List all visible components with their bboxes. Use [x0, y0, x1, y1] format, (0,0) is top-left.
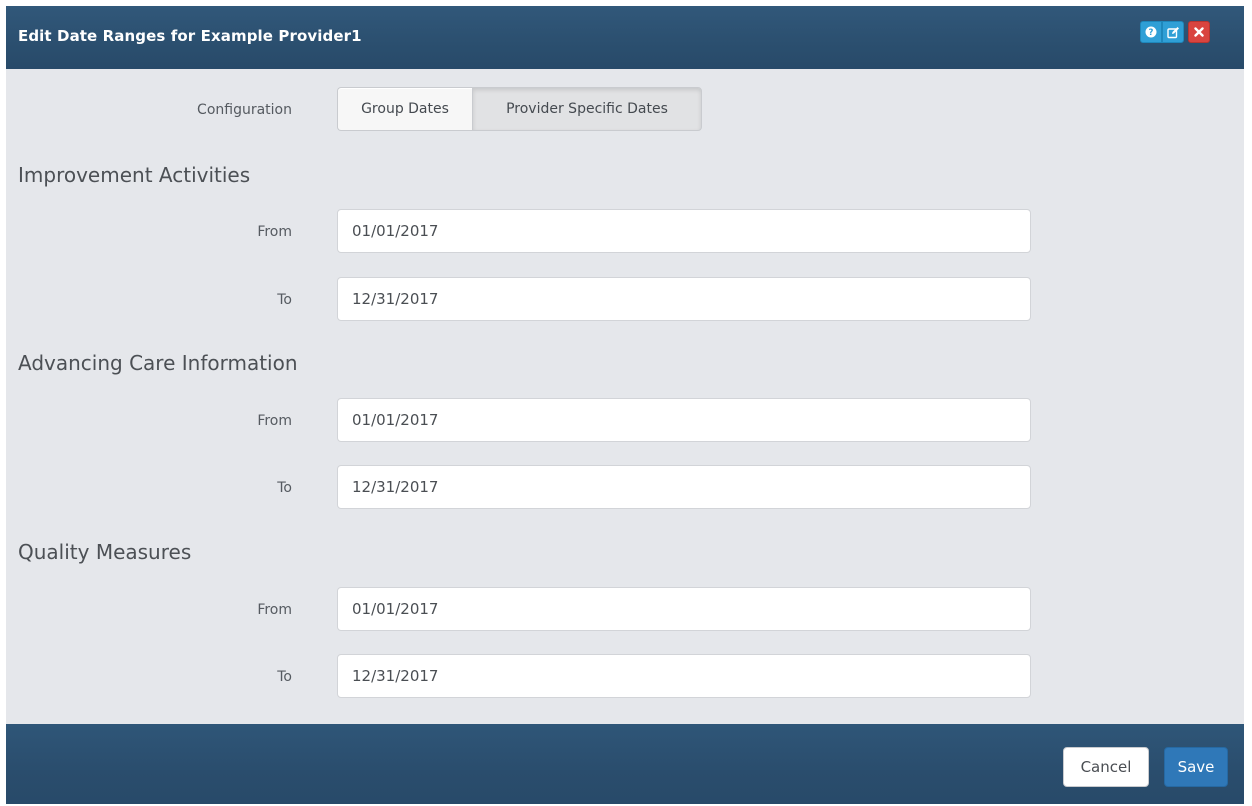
from-label: From — [257, 602, 292, 618]
section-title-improvement-activities: Improvement Activities — [18, 163, 251, 187]
from-label: From — [257, 224, 292, 240]
section-title-quality-measures: Quality Measures — [18, 540, 192, 564]
svg-text:?: ? — [1149, 28, 1154, 38]
configuration-label: Configuration — [197, 102, 292, 118]
dialog-title: Edit Date Ranges for Example Provider1 — [18, 27, 362, 45]
quality-measures-from-input[interactable] — [337, 587, 1031, 631]
help-icon: ? — [1145, 26, 1157, 38]
improvement-activities-to-input[interactable] — [337, 277, 1031, 321]
improvement-activities-from-input[interactable] — [337, 209, 1031, 253]
save-button[interactable]: Save — [1164, 747, 1228, 787]
section-title-advancing-care-information: Advancing Care Information — [18, 351, 298, 375]
configuration-toggle: Group Dates Provider Specific Dates — [337, 87, 702, 131]
edit-icon — [1166, 26, 1179, 38]
group-dates-button[interactable]: Group Dates — [337, 87, 472, 131]
to-label: To — [277, 292, 292, 308]
to-label: To — [277, 480, 292, 496]
quality-measures-to-input[interactable] — [337, 654, 1031, 698]
provider-specific-dates-button[interactable]: Provider Specific Dates — [472, 87, 702, 131]
help-button[interactable]: ? — [1140, 21, 1162, 43]
close-icon — [1194, 27, 1204, 37]
advancing-care-to-input[interactable] — [337, 465, 1031, 509]
dialog-body: Configuration Group Dates Provider Speci… — [6, 69, 1244, 724]
from-label: From — [257, 413, 292, 429]
close-button[interactable] — [1188, 21, 1210, 43]
edit-button[interactable] — [1162, 21, 1184, 43]
advancing-care-from-input[interactable] — [337, 398, 1031, 442]
cancel-button[interactable]: Cancel — [1063, 747, 1149, 787]
dialog-header: Edit Date Ranges for Example Provider1 ? — [6, 6, 1244, 69]
dialog-footer: Cancel Save — [6, 724, 1244, 804]
edit-date-ranges-dialog: Edit Date Ranges for Example Provider1 ?… — [6, 6, 1244, 804]
to-label: To — [277, 669, 292, 685]
